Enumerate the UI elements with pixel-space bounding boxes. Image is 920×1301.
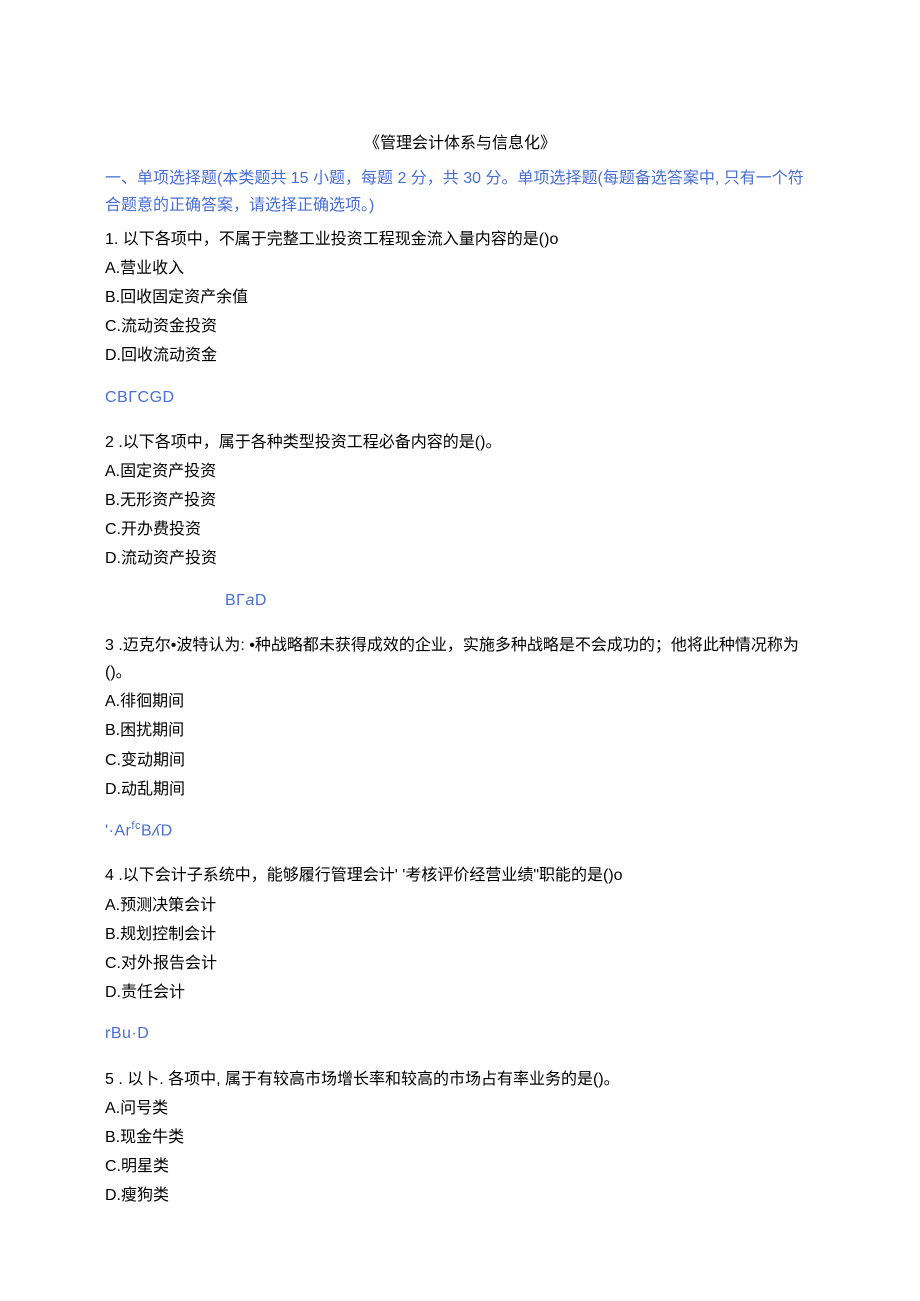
question-stem: 2 .以下各项中，属于各种类型投资工程必备内容的是()。 bbox=[105, 429, 815, 456]
section-instructions: 一、单项选择题(本类题共 15 小题，每题 2 分，共 30 分。单项选择题(每… bbox=[105, 165, 815, 219]
option-c: C.明星类 bbox=[105, 1153, 815, 1180]
answer-3: '·ArfcBʎD bbox=[105, 817, 815, 845]
question-1: 1. 以下各项中，不属于完整工业投资工程现金流入量内容的是()o A.营业收入 … bbox=[105, 226, 815, 370]
option-d: D.责任会计 bbox=[105, 979, 815, 1006]
option-b: B.现金牛类 bbox=[105, 1124, 815, 1151]
option-d: D.动乱期间 bbox=[105, 776, 815, 803]
option-a: A.固定资产投资 bbox=[105, 458, 815, 485]
option-c: C.变动期间 bbox=[105, 747, 815, 774]
question-2: 2 .以下各项中，属于各种类型投资工程必备内容的是()。 A.固定资产投资 B.… bbox=[105, 429, 815, 573]
option-b: B.无形资产投资 bbox=[105, 487, 815, 514]
option-b: B.困扰期间 bbox=[105, 717, 815, 744]
option-d: D.流动资产投资 bbox=[105, 545, 815, 572]
option-b: B.规划控制会计 bbox=[105, 921, 815, 948]
question-stem: 4 .以下会计子系统中，能够履行管理会计' '考核评价经营业绩"职能的是()o bbox=[105, 862, 815, 889]
question-stem: 5 . 以卜. 各项中, 属于有较高市场增长率和较高的市场占有率业务的是()。 bbox=[105, 1066, 815, 1093]
question-stem: 1. 以下各项中，不属于完整工业投资工程现金流入量内容的是()o bbox=[105, 226, 815, 253]
option-d: D.瘦狗类 bbox=[105, 1182, 815, 1209]
option-c: C.对外报告会计 bbox=[105, 950, 815, 977]
option-a: A.徘徊期间 bbox=[105, 688, 815, 715]
option-a: A.营业收入 bbox=[105, 255, 815, 282]
page-title: 《管理会计体系与信息化》 bbox=[105, 130, 815, 157]
answer-1: CBΓCGD bbox=[105, 384, 815, 411]
question-3: 3 .迈克尔•波特认为: •种战略都未获得成效的企业，实施多种战略是不会成功的；… bbox=[105, 632, 815, 803]
option-d: D.回收流动资金 bbox=[105, 342, 815, 369]
question-5: 5 . 以卜. 各项中, 属于有较高市场增长率和较高的市场占有率业务的是()。 … bbox=[105, 1066, 815, 1210]
answer-4: rBu·D bbox=[105, 1020, 815, 1047]
option-b: B.回收固定资产余值 bbox=[105, 284, 815, 311]
option-a: A.问号类 bbox=[105, 1095, 815, 1122]
question-4: 4 .以下会计子系统中，能够履行管理会计' '考核评价经营业绩"职能的是()o … bbox=[105, 862, 815, 1006]
option-c: C.流动资金投资 bbox=[105, 313, 815, 340]
option-c: C.开办费投资 bbox=[105, 516, 815, 543]
answer-2: BΓaD bbox=[225, 587, 815, 614]
option-a: A.预测决策会计 bbox=[105, 892, 815, 919]
question-stem: 3 .迈克尔•波特认为: •种战略都未获得成效的企业，实施多种战略是不会成功的；… bbox=[105, 632, 815, 686]
